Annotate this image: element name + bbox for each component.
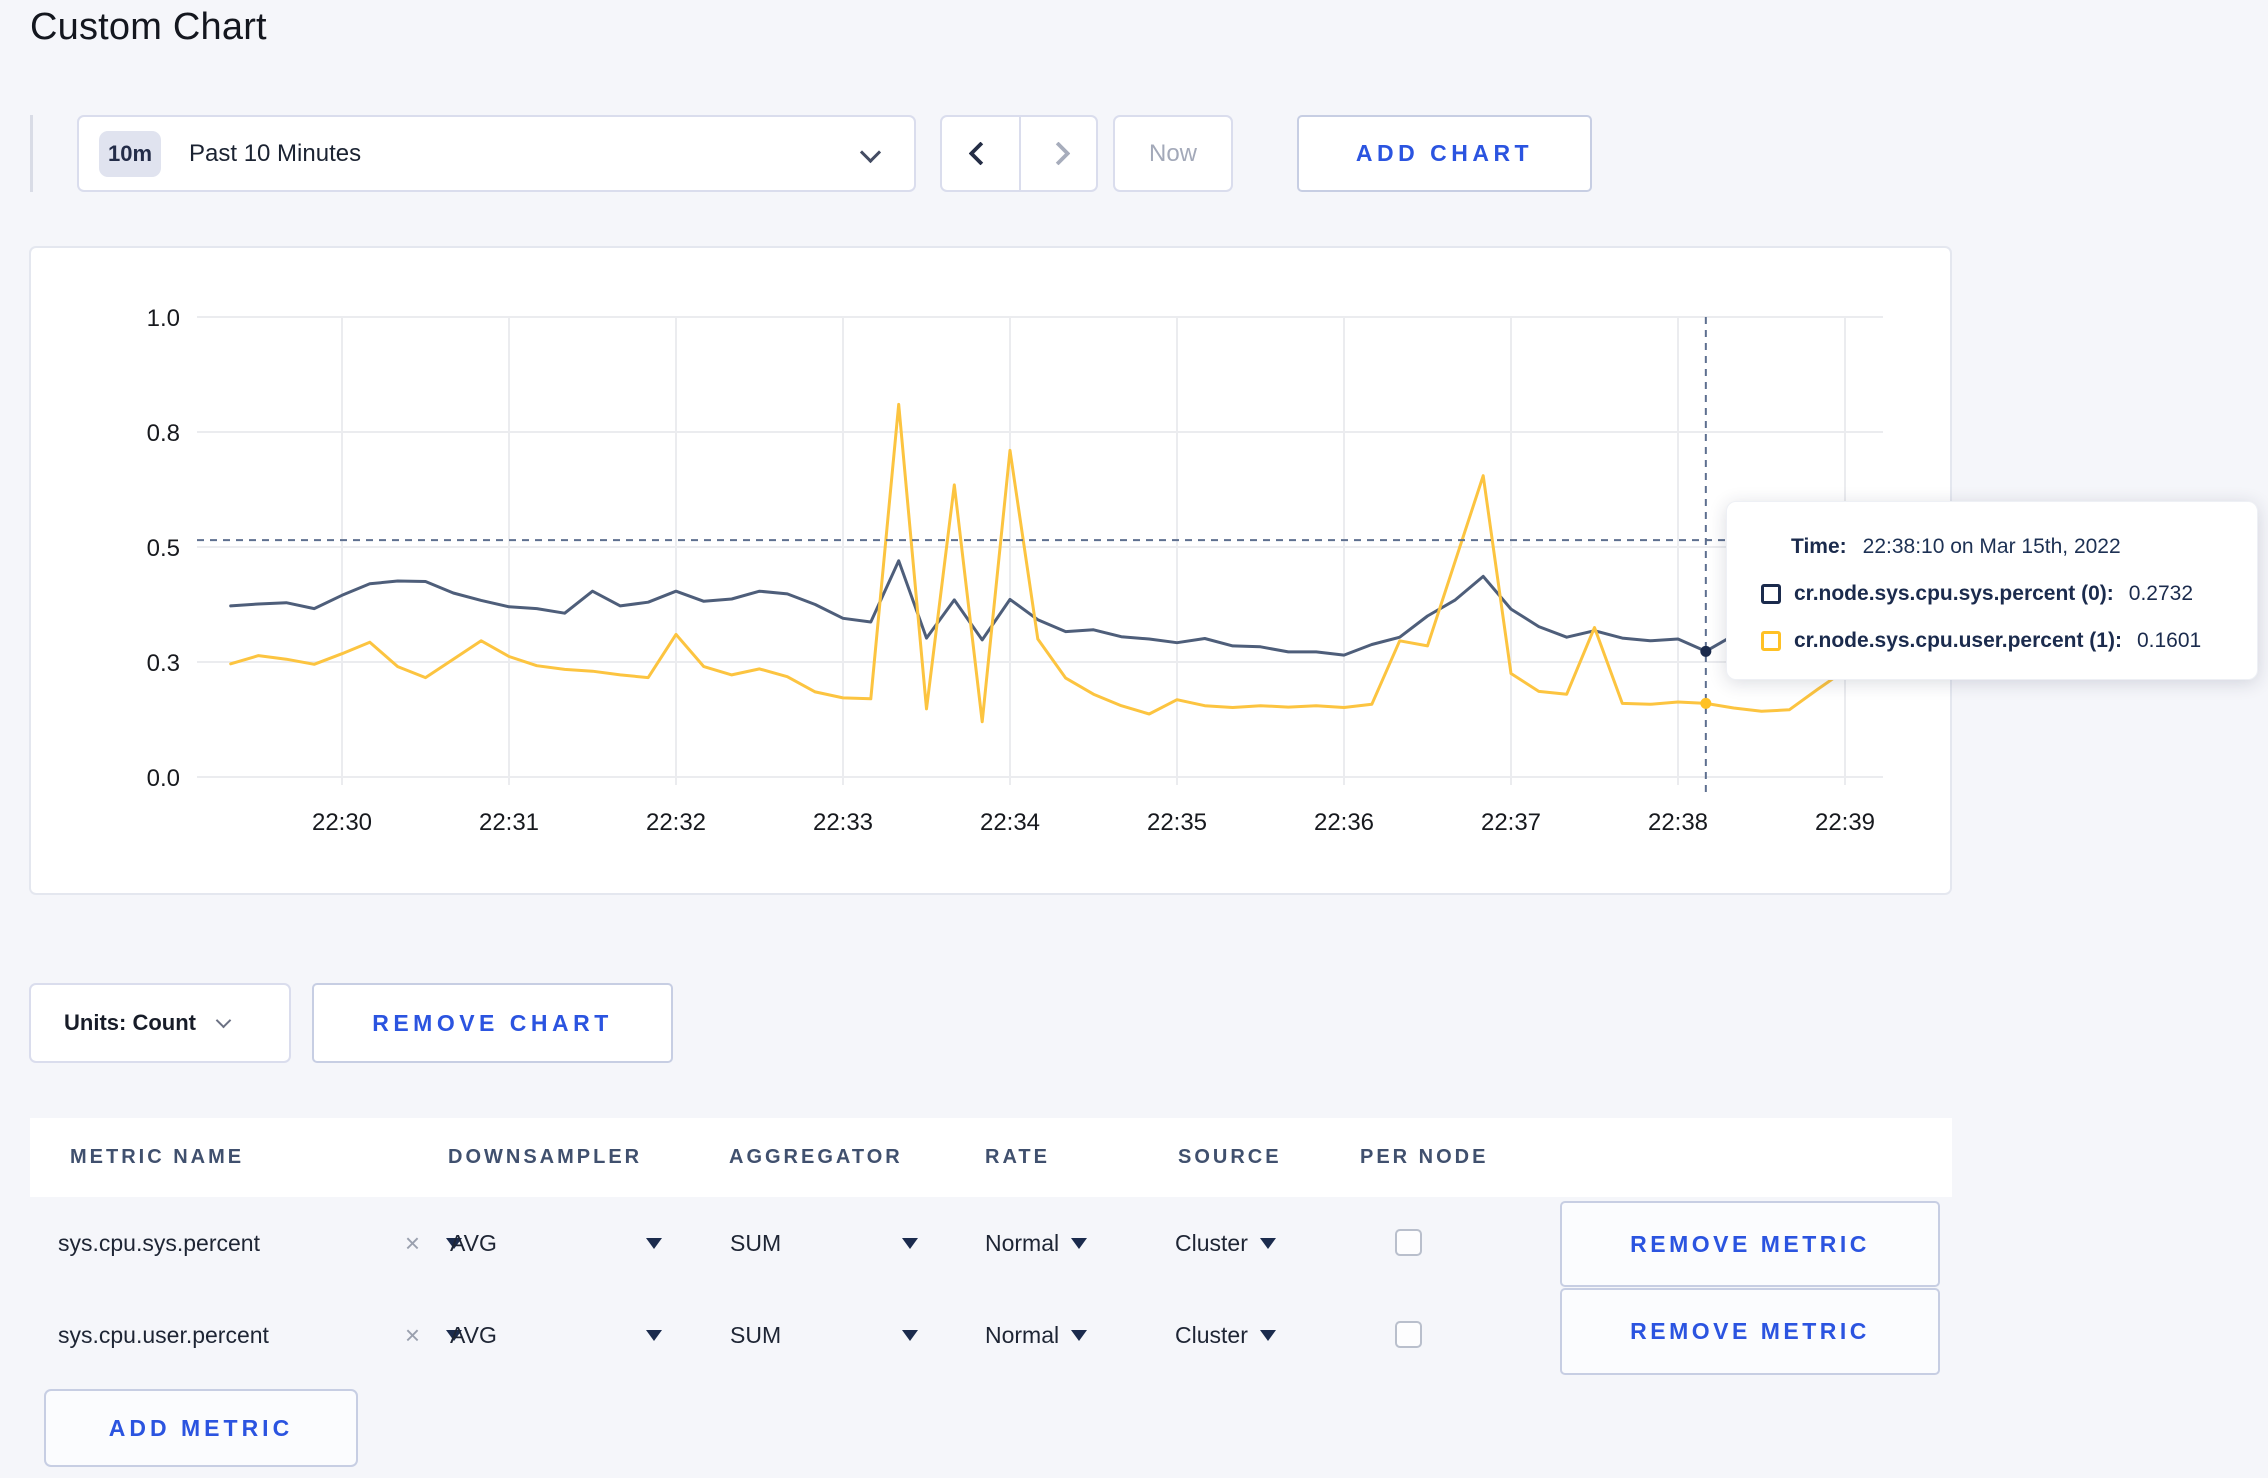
col-header-source: SOURCE [1178,1146,1282,1168]
dropdown-caret-icon [902,1329,918,1341]
svg-text:1.0: 1.0 [147,305,180,332]
toolbar-left-divider [30,115,33,192]
svg-text:0.5: 0.5 [147,535,180,562]
add-metric-button[interactable]: ADD METRIC [44,1389,358,1467]
tooltip-series-name: cr.node.sys.cpu.sys.percent (0): [1794,582,2114,605]
tooltip-series-value: 0.2732 [2128,582,2194,605]
tooltip-series-name: cr.node.sys.cpu.user.percent (1): [1794,629,2122,652]
tooltip-series-value: 0.1601 [2136,629,2202,652]
chart-panel: 0.0 0.3 0.5 0.8 1.0 22:30 22:31 22:32 22:33 22:34… [29,246,1952,895]
svg-text:22:31: 22:31 [479,809,539,836]
dropdown-caret-icon [1259,1237,1276,1249]
tooltip-time-label: Time: [1791,535,1847,558]
dropdown-caret-icon [1259,1329,1276,1341]
series-swatch-user [1761,631,1781,651]
dropdown-caret-icon [1071,1237,1088,1249]
metrics-table-header: METRIC NAME DOWNSAMPLER AGGREGATOR RATE … [30,1118,1952,1197]
add-chart-button[interactable]: ADD CHART [1297,115,1592,192]
svg-text:22:38: 22:38 [1648,809,1708,836]
source-value: Cluster [1175,1229,1248,1256]
svg-text:22:32: 22:32 [646,809,706,836]
chevron-right-icon [1046,141,1071,166]
svg-text:22:30: 22:30 [312,809,372,836]
aggregator-select[interactable]: SUM [730,1289,918,1381]
aggregator-value: SUM [730,1229,782,1256]
clear-metric-icon[interactable]: × [405,1230,420,1256]
rate-value: Normal [985,1321,1060,1348]
custom-chart-page: Custom Chart 10m Past 10 Minutes Now ADD… [0,0,2268,1478]
metric-name-value: sys.cpu.sys.percent [58,1229,260,1256]
aggregator-select[interactable]: SUM [730,1197,918,1289]
now-button[interactable]: Now [1113,115,1233,192]
col-header-rate: RATE [985,1146,1050,1168]
units-select[interactable]: Units: Count [29,983,291,1063]
svg-text:22:35: 22:35 [1147,809,1207,836]
next-time-button[interactable] [1019,117,1096,190]
units-label: Units: Count [64,1010,196,1035]
rate-value: Normal [985,1229,1060,1256]
col-header-metric-name: METRIC NAME [70,1146,245,1168]
svg-text:0.8: 0.8 [147,420,180,447]
metric-name-value: sys.cpu.user.percent [58,1321,269,1348]
col-header-downsampler: DOWNSAMPLER [448,1146,643,1168]
time-range-badge: 10m [99,130,161,177]
remove-metric-button[interactable]: REMOVE METRIC [1560,1201,1940,1287]
svg-text:22:33: 22:33 [813,809,873,836]
svg-text:0.0: 0.0 [147,765,180,792]
series-swatch-sys [1761,584,1781,604]
page-title: Custom Chart [30,6,267,48]
per-node-checkbox[interactable] [1395,1229,1422,1256]
downsampler-value: AVG [450,1229,497,1256]
downsampler-select[interactable]: AVG [450,1289,662,1381]
rate-select[interactable]: Normal [985,1197,1088,1289]
prev-time-button[interactable] [942,117,1019,190]
source-value: Cluster [1175,1321,1248,1348]
svg-text:22:37: 22:37 [1481,809,1541,836]
timeseries-chart[interactable]: 0.0 0.3 0.5 0.8 1.0 22:30 22:31 22:32 22:33 22:34… [31,248,1950,893]
remove-metric-button[interactable]: REMOVE METRIC [1560,1288,1940,1375]
chart-tooltip: Time: 22:38:10 on Mar 15th, 2022 cr.node… [1726,501,2258,680]
svg-text:22:36: 22:36 [1314,809,1374,836]
col-header-per-node: PER NODE [1360,1146,1489,1168]
tooltip-time-value: 22:38:10 on Mar 15th, 2022 [1862,535,2121,558]
downsampler-select[interactable]: AVG [450,1197,662,1289]
remove-chart-button[interactable]: REMOVE CHART [312,983,673,1063]
rate-select[interactable]: Normal [985,1289,1088,1381]
dropdown-caret-icon [646,1329,662,1341]
source-select[interactable]: Cluster [1175,1289,1276,1381]
svg-text:22:39: 22:39 [1815,809,1875,836]
per-node-checkbox[interactable] [1395,1321,1422,1348]
chevron-down-icon [859,141,882,164]
clear-metric-icon[interactable]: × [405,1322,420,1348]
col-header-aggregator: AGGREGATOR [729,1146,903,1168]
svg-text:22:34: 22:34 [980,809,1040,836]
aggregator-value: SUM [730,1321,782,1348]
dropdown-caret-icon [1071,1329,1088,1341]
time-range-label: Past 10 Minutes [189,139,362,167]
chevron-left-icon [968,141,993,166]
downsampler-value: AVG [450,1321,497,1348]
dropdown-caret-icon [646,1237,662,1249]
time-range-select[interactable]: 10m Past 10 Minutes [77,115,916,192]
chevron-down-icon [215,1012,232,1028]
svg-text:0.3: 0.3 [147,650,180,677]
time-nav-arrows [940,115,1098,192]
dropdown-caret-icon [902,1237,918,1249]
source-select[interactable]: Cluster [1175,1197,1276,1289]
